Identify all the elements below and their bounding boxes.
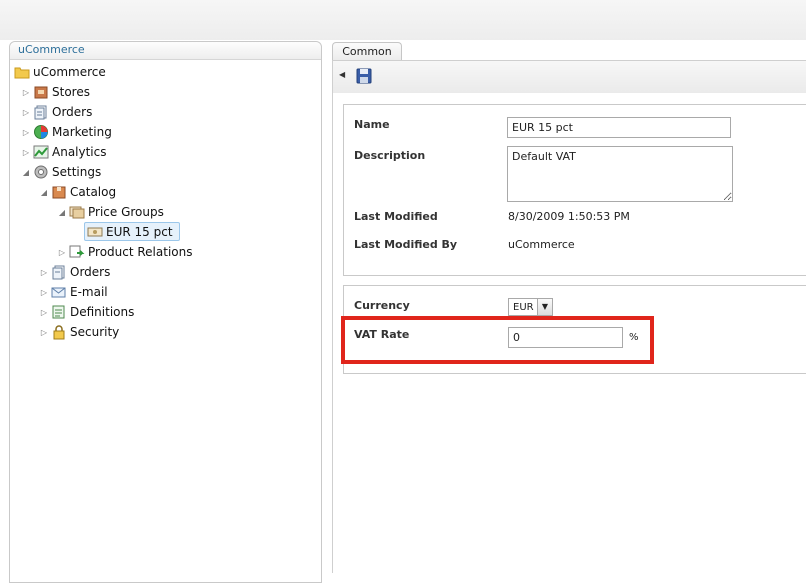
tree-item-marketing[interactable]: ▷ Marketing [22, 123, 112, 141]
tree-item-label: Marketing [52, 125, 112, 139]
tree-item-label: Product Relations [88, 245, 193, 259]
tree-item-email[interactable]: ▷ E-mail [40, 283, 108, 301]
expand-arrow-icon[interactable]: ▷ [22, 127, 30, 137]
tree-item-catalog[interactable]: ◢ Catalog [40, 183, 116, 201]
expand-arrow-icon[interactable]: ▷ [40, 307, 48, 317]
collapse-left-arrow-icon[interactable]: ◀ [339, 70, 345, 79]
email-icon [51, 284, 67, 300]
last-modified-label: Last Modified [354, 210, 438, 223]
tree-item-product-relations[interactable]: ▷ Product Relations [58, 243, 193, 261]
tree-item-analytics[interactable]: ▷ Analytics [22, 143, 107, 161]
toolbar: ◀ [332, 60, 806, 94]
tree-item-label: Price Groups [88, 205, 164, 219]
top-bar [0, 0, 806, 40]
name-label: Name [354, 118, 390, 131]
tab-common[interactable]: Common [332, 42, 402, 60]
product-relations-icon [69, 244, 85, 260]
price-group-icon [87, 224, 103, 240]
last-modified-by-label: Last Modified By [354, 238, 458, 251]
expand-arrow-icon[interactable]: ▷ [22, 87, 30, 97]
tree-item-label: Analytics [52, 145, 107, 159]
tree-item-label: Definitions [70, 305, 135, 319]
tree-item-stores[interactable]: ▷ Stores [22, 83, 90, 101]
tree-item-label: uCommerce [33, 65, 106, 79]
tree-panel-header: uCommerce [10, 42, 321, 60]
tree-item-definitions[interactable]: ▷ Definitions [40, 303, 134, 321]
collapse-arrow-icon[interactable]: ◢ [58, 207, 66, 217]
tree-item-settings[interactable]: ◢ Settings [22, 163, 101, 181]
tab-bar: Common [332, 42, 806, 60]
name-input[interactable] [507, 117, 731, 138]
expand-arrow-icon[interactable]: ▷ [40, 327, 48, 337]
currency-label: Currency [354, 299, 410, 312]
marketing-icon [33, 124, 49, 140]
tree-item-eur-15-pct[interactable]: EUR 15 pct [84, 222, 180, 241]
analytics-icon [33, 144, 49, 160]
expand-arrow-icon[interactable]: ▷ [22, 147, 30, 157]
tree-item-label: Security [70, 325, 120, 339]
expand-arrow-icon[interactable]: ▷ [22, 107, 30, 117]
orders-icon [51, 264, 67, 280]
catalog-icon [51, 184, 67, 200]
tree-item-ucommerce[interactable]: uCommerce [14, 63, 106, 81]
description-textarea[interactable]: Default VAT [507, 146, 733, 202]
store-icon [33, 84, 49, 100]
orders-icon [33, 104, 49, 120]
folder-icon [14, 64, 30, 80]
collapse-arrow-icon[interactable]: ◢ [22, 167, 30, 177]
tree-item-label: E-mail [70, 285, 108, 299]
expand-arrow-icon[interactable]: ▷ [40, 267, 48, 277]
tree-item-settings-orders[interactable]: ▷ Orders [40, 263, 110, 281]
tree-item-label: Catalog [70, 185, 117, 199]
currency-select-value: EUR [513, 302, 534, 313]
last-modified-value: 8/30/2009 1:50:53 PM [508, 210, 630, 223]
description-label: Description [354, 149, 426, 162]
tree-item-label: Orders [52, 105, 93, 119]
tree-item-security[interactable]: ▷ Security [40, 323, 119, 341]
definitions-icon [51, 304, 67, 320]
dropdown-arrow-icon[interactable]: ▼ [537, 299, 552, 315]
highlight-annotation-box [341, 316, 654, 364]
tree-item-label: EUR 15 pct [106, 224, 173, 239]
security-icon [51, 324, 67, 340]
expand-arrow-icon[interactable]: ▷ [58, 247, 66, 257]
tree-item-orders[interactable]: ▷ Orders [22, 103, 92, 121]
price-groups-icon [69, 204, 85, 220]
tree-item-price-groups[interactable]: ◢ Price Groups [58, 203, 164, 221]
save-icon[interactable] [356, 68, 372, 88]
expand-arrow-icon[interactable]: ▷ [40, 287, 48, 297]
currency-select[interactable]: EUR ▼ [508, 298, 553, 316]
collapse-arrow-icon[interactable]: ◢ [40, 187, 48, 197]
tree-item-label: Settings [52, 165, 102, 179]
tree-item-label: Orders [70, 265, 111, 279]
tree-item-label: Stores [52, 85, 90, 99]
last-modified-by-value: uCommerce [508, 238, 575, 251]
settings-icon [33, 164, 49, 180]
